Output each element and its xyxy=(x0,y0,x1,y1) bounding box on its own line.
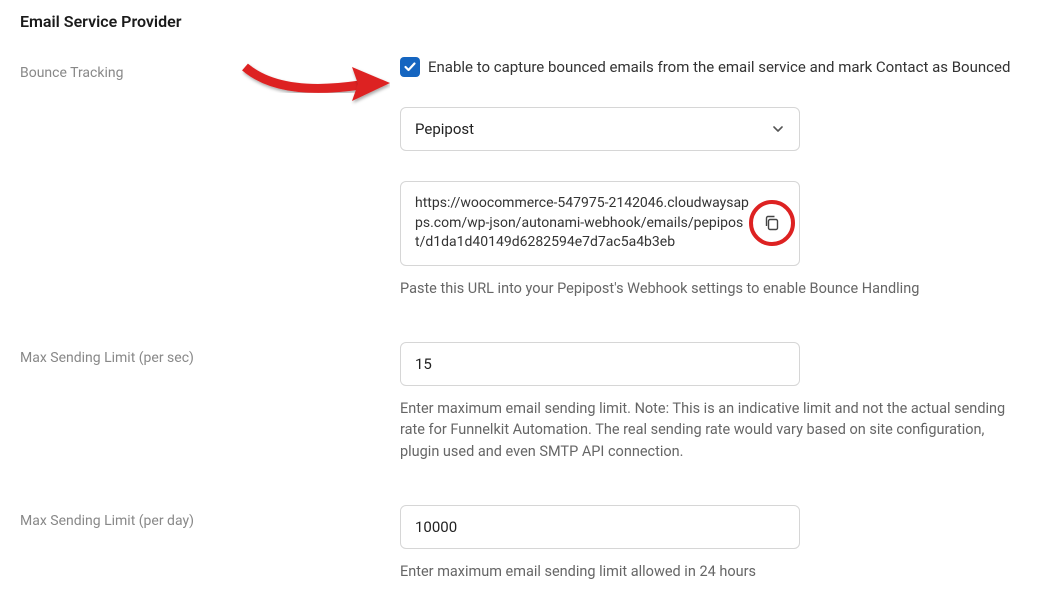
max-per-sec-label: Max Sending Limit (per sec) xyxy=(20,342,400,366)
bounce-tracking-checkbox[interactable] xyxy=(400,57,420,77)
bounce-tracking-label: Bounce Tracking xyxy=(20,57,400,81)
provider-select-value: Pepipost xyxy=(415,120,474,138)
annotation-arrow xyxy=(240,47,390,117)
check-icon xyxy=(403,60,417,74)
max-per-day-label: Max Sending Limit (per day) xyxy=(20,505,400,529)
bounce-tracking-row: Bounce Tracking Enable to capture bounce… xyxy=(20,57,1024,328)
provider-select[interactable]: Pepipost xyxy=(400,107,800,151)
max-per-day-help: Enter maximum email sending limit allowe… xyxy=(400,561,1024,583)
chevron-down-icon xyxy=(771,122,785,136)
max-per-day-input[interactable] xyxy=(400,505,800,549)
webhook-help-text: Paste this URL into your Pepipost's Webh… xyxy=(400,278,1024,300)
max-per-day-row: Max Sending Limit (per day) Enter maximu… xyxy=(20,505,1024,583)
copy-button[interactable] xyxy=(753,204,791,242)
webhook-url-box: https://woocommerce-547975-2142046.cloud… xyxy=(400,181,800,266)
max-per-sec-help: Enter maximum email sending limit. Note:… xyxy=(400,398,1024,463)
bounce-tracking-checkbox-label: Enable to capture bounced emails from th… xyxy=(428,58,1010,76)
max-per-sec-row: Max Sending Limit (per sec) Enter maximu… xyxy=(20,342,1024,491)
webhook-url-value: https://woocommerce-547975-2142046.cloud… xyxy=(415,195,749,250)
max-per-sec-input[interactable] xyxy=(400,342,800,386)
copy-icon xyxy=(763,214,781,232)
section-title: Email Service Provider xyxy=(20,12,1024,31)
